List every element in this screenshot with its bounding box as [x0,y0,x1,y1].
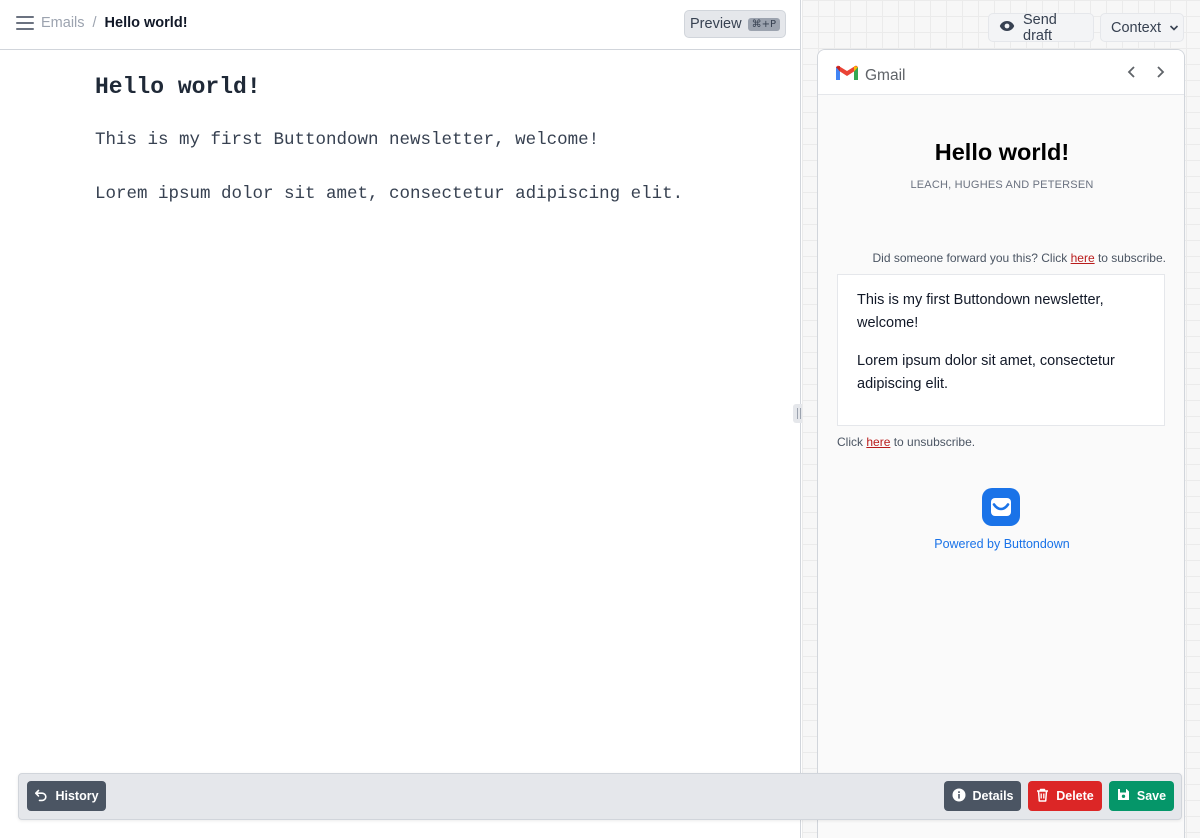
buttondown-logo-icon[interactable] [982,488,1020,526]
save-label: Save [1136,789,1167,803]
context-label: Context [1111,19,1161,36]
chevron-down-icon [1169,20,1179,36]
forward-suffix: to subscribe. [1094,251,1166,265]
editor-pane: Emails / Hello world! Preview ⌘+P Hello … [0,0,801,838]
forward-prefix: Did someone forward you this? Click [872,251,1071,265]
email-organization: LEACH, HUGHES AND PETERSEN [910,179,1094,191]
breadcrumb-current: Hello world! [104,15,188,31]
details-label: Details [972,789,1014,803]
action-bar: History Details Delete Save [18,773,1182,820]
send-draft-label: Send draft [1023,11,1057,44]
unsub-prefix: Click [837,435,867,449]
email-body-paragraph: Lorem ipsum dolor sit amet, consectetur … [857,353,1115,392]
delete-button[interactable]: Delete [1028,781,1102,811]
subscribe-link[interactable]: here [1071,251,1095,265]
preview-shortcut-badge: ⌘+P [747,17,780,31]
email-body: This is my first Buttondown newsletter, … [837,274,1165,426]
eye-icon [999,20,1015,36]
forward-notice: Did someone forward you this? Click here… [873,251,1167,265]
unsubscribe-notice: Click here to unsubscribe. [837,435,975,449]
editor-title[interactable]: Hello world! [95,74,775,100]
editor-paragraph[interactable]: This is my first Buttondown newsletter, … [95,128,775,152]
email-client-name: Gmail [865,66,906,84]
history-label: History [55,789,99,803]
breadcrumb-separator: / [92,15,97,31]
history-button[interactable]: History [27,781,106,811]
breadcrumb: Emails / Hello world! [41,15,188,31]
preview-button-label: Preview [690,16,742,32]
floppy-disk-icon [1117,788,1130,804]
chevron-left-icon[interactable] [1123,63,1141,81]
preview-button[interactable]: Preview ⌘+P [684,10,786,38]
details-button[interactable]: Details [944,781,1021,811]
unsub-suffix: to unsubscribe. [890,435,976,449]
email-body-paragraph: This is my first Buttondown newsletter, … [857,292,1104,331]
email-client-preview: Gmail Hello world! LEACH, HUGHES AND PET… [817,49,1185,838]
hamburger-menu-icon[interactable] [16,16,34,32]
unsubscribe-link[interactable]: here [866,435,890,449]
editor-topbar: Emails / Hello world! Preview ⌘+P [0,0,801,50]
email-client-header: Gmail [818,50,1184,95]
editor-content[interactable]: Hello world! This is my first Buttondown… [95,74,775,236]
send-draft-button[interactable]: Send draft [988,11,1094,44]
gmail-logo-icon [835,64,859,87]
preview-pane: Send draft Context Gmail Hello world! LE… [802,0,1200,838]
info-icon [952,788,966,805]
undo-arrow-icon [34,788,48,805]
gmail-brand: Gmail [835,64,905,87]
trash-icon [1036,788,1049,805]
save-button[interactable]: Save [1109,781,1174,811]
chevron-right-icon[interactable] [1151,63,1169,81]
editor-paragraph[interactable]: Lorem ipsum dolor sit amet, consectetur … [95,182,775,206]
powered-by-link[interactable]: Powered by Buttondown [818,537,1184,551]
email-title: Hello world! [934,139,1070,165]
breadcrumb-emails-link[interactable]: Emails [41,15,85,31]
delete-label: Delete [1056,789,1094,803]
context-dropdown[interactable]: Context [1100,13,1184,42]
